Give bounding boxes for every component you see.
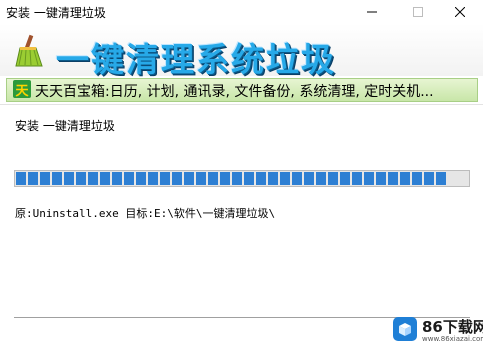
ad-strip[interactable]: 天 天天百宝箱:日历, 计划, 通讯录, 文件备份, 系统清理, 定时关机... xyxy=(6,78,478,102)
banner-title: 一键清理系统垃圾 xyxy=(56,40,336,79)
ad-text: 天天百宝箱:日历, 计划, 通讯录, 文件备份, 系统清理, 定时关机... xyxy=(35,84,434,100)
watermark-text: 86下载网 xyxy=(422,318,483,336)
file-detail-text: 原:Uninstall.exe 目标:E:\软件\一键清理垃圾\ xyxy=(15,207,276,220)
maximize-icon xyxy=(413,7,423,17)
window-title: 安装 一键清理垃圾 xyxy=(6,6,106,20)
close-icon xyxy=(455,7,465,17)
installer-banner: 一键清理系统垃圾 xyxy=(0,24,483,79)
install-progress-bar xyxy=(14,170,470,187)
minimize-icon xyxy=(367,11,377,13)
minimize-button[interactable] xyxy=(349,0,395,24)
tiantian-badge-icon: 天 xyxy=(13,80,31,99)
watermark-subtext: www.86xiazai.com xyxy=(422,335,483,343)
header-divider xyxy=(0,104,483,105)
progress-fill xyxy=(16,172,448,185)
title-bar: 安装 一键清理垃圾 xyxy=(0,0,483,25)
close-button[interactable] xyxy=(437,0,483,24)
broom-icon xyxy=(15,34,43,67)
watermark-logo-icon xyxy=(393,317,417,341)
install-status-label: 安装 一键清理垃圾 xyxy=(15,119,115,133)
maximize-button[interactable] xyxy=(395,0,441,24)
site-watermark: 86下载网 www.86xiazai.com xyxy=(386,310,483,350)
